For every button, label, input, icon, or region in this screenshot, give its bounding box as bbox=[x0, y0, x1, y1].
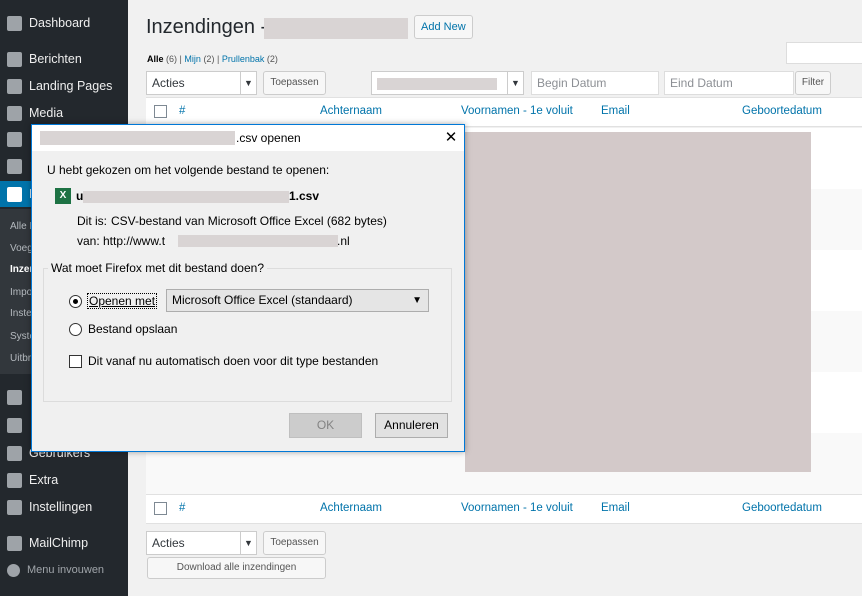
chevron-down-icon: ▼ bbox=[507, 72, 523, 94]
collapse-label: Menu invouwen bbox=[27, 564, 105, 576]
begin-date-input[interactable]: Begin Datum bbox=[531, 71, 659, 95]
end-date-input[interactable]: Eind Datum bbox=[664, 71, 794, 95]
media-icon bbox=[7, 105, 22, 121]
auto-action-checkbox[interactable] bbox=[69, 355, 82, 368]
settings-icon bbox=[7, 499, 22, 515]
open-with-label[interactable]: Openen met bbox=[86, 293, 158, 309]
menu-label: Dashboard bbox=[29, 16, 91, 30]
ok-button[interactable]: OK bbox=[289, 413, 362, 438]
dialog-intro: U hebt gekozen om het volgende bestand t… bbox=[47, 163, 330, 177]
column-id[interactable]: # bbox=[179, 502, 185, 514]
select-all-checkbox[interactable] bbox=[154, 105, 167, 118]
application-select[interactable]: Microsoft Office Excel (standaard) ▼ bbox=[166, 289, 429, 312]
status-filters: Alle (6) | Mijn (2) | Prullenbak (2) bbox=[147, 54, 278, 64]
file-type-label: Dit is: bbox=[77, 214, 107, 228]
plugins-icon bbox=[7, 417, 22, 433]
redacted-file-name bbox=[83, 191, 289, 203]
column-achternaam[interactable]: Achternaam bbox=[320, 502, 382, 514]
column-geboortedatum[interactable]: Geboortedatum bbox=[742, 105, 822, 117]
users-icon bbox=[7, 445, 22, 461]
file-source-prefix: http://www.t bbox=[103, 234, 166, 248]
excel-file-icon: X bbox=[55, 188, 71, 204]
collapse-icon bbox=[7, 563, 20, 577]
mailchimp-icon bbox=[7, 535, 22, 551]
menu-extra[interactable]: Extra bbox=[0, 467, 128, 493]
menu-berichten[interactable]: Berichten bbox=[0, 46, 128, 72]
chevron-down-icon: ▼ bbox=[412, 295, 422, 306]
chevron-down-icon: ▼ bbox=[240, 72, 256, 94]
download-all-button[interactable]: Download alle inzendingen bbox=[147, 557, 326, 579]
form-select[interactable]: ▼ bbox=[371, 71, 524, 95]
table-header: # Achternaam Voornamen - 1e voluit Email… bbox=[146, 97, 862, 127]
menu-label: MailChimp bbox=[29, 536, 89, 550]
pages-icon bbox=[7, 131, 22, 147]
action-question: Wat moet Firefox met dit bestand doen? bbox=[48, 261, 267, 275]
collapse-menu-button[interactable]: Menu invouwen bbox=[0, 557, 128, 583]
menu-label: Extra bbox=[29, 473, 59, 487]
select-all-checkbox[interactable] bbox=[154, 502, 167, 515]
menu-dashboard[interactable]: Dashboard bbox=[0, 10, 128, 36]
page-title: Inzendingen - bbox=[146, 16, 268, 38]
dashboard-icon bbox=[7, 15, 22, 31]
column-email[interactable]: Email bbox=[601, 502, 630, 514]
column-geboortedatum[interactable]: Geboortedatum bbox=[742, 502, 822, 514]
redacted-url bbox=[178, 235, 338, 247]
column-achternaam[interactable]: Achternaam bbox=[320, 105, 382, 117]
column-voornamen[interactable]: Voornamen - 1e voluit bbox=[461, 105, 573, 117]
apply-button-bottom[interactable]: Toepassen bbox=[263, 531, 326, 555]
column-voornamen[interactable]: Voornamen - 1e voluit bbox=[461, 502, 573, 514]
column-email[interactable]: Email bbox=[601, 105, 630, 117]
redacted-form-select-value bbox=[377, 77, 497, 90]
menu-landing-pages[interactable]: Landing Pages bbox=[0, 73, 128, 99]
menu-label: Landing Pages bbox=[29, 79, 113, 93]
redacted-form-name bbox=[264, 18, 408, 39]
open-file-dialog: .csv openen ✕ U hebt gekozen om het volg… bbox=[31, 124, 465, 452]
file-source-label: van: bbox=[77, 234, 100, 248]
save-file-label[interactable]: Bestand opslaan bbox=[88, 322, 177, 336]
column-id[interactable]: # bbox=[179, 105, 185, 117]
pin-icon bbox=[7, 51, 22, 67]
file-source-suffix: .nl bbox=[337, 234, 350, 248]
bulk-action-select-top[interactable]: Acties ▼ bbox=[146, 71, 257, 95]
appearance-icon bbox=[7, 389, 22, 405]
add-new-button[interactable]: Add New bbox=[414, 15, 473, 39]
file-name-suffix: 1.csv bbox=[289, 189, 320, 203]
menu-label: Media bbox=[29, 106, 64, 120]
apply-button-top[interactable]: Toepassen bbox=[263, 71, 326, 95]
close-icon[interactable]: ✕ bbox=[438, 126, 464, 150]
filter-button[interactable]: Filter bbox=[795, 71, 831, 95]
filter-mine[interactable]: Mijn (2) bbox=[184, 54, 214, 64]
redacted-table-data bbox=[465, 132, 811, 472]
open-with-radio[interactable] bbox=[69, 295, 82, 308]
page-icon bbox=[7, 78, 22, 94]
search-input[interactable] bbox=[786, 42, 862, 64]
menu-media[interactable]: Media bbox=[0, 100, 128, 126]
menu-mailchimp[interactable]: MailChimp bbox=[0, 530, 128, 556]
file-type-value: CSV-bestand van Microsoft Office Excel (… bbox=[111, 214, 387, 228]
cancel-button[interactable]: Annuleren bbox=[375, 413, 448, 438]
bulk-action-select-bottom[interactable]: Acties ▼ bbox=[146, 531, 257, 555]
table-footer: # Achternaam Voornamen - 1e voluit Email… bbox=[146, 494, 862, 524]
menu-label: Berichten bbox=[29, 52, 82, 66]
chevron-down-icon: ▼ bbox=[240, 532, 256, 554]
dialog-titlebar[interactable]: .csv openen ✕ bbox=[32, 125, 464, 151]
redacted-filename bbox=[40, 131, 235, 145]
dialog-title: .csv openen bbox=[236, 131, 301, 145]
auto-action-label[interactable]: Dit vanaf nu automatisch doen voor dit t… bbox=[88, 354, 378, 368]
forms-icon bbox=[7, 186, 22, 202]
filter-trash[interactable]: Prullenbak (2) bbox=[222, 54, 278, 64]
filter-all[interactable]: Alle (6) bbox=[147, 54, 177, 64]
comments-icon bbox=[7, 158, 22, 174]
menu-label: Instellingen bbox=[29, 500, 93, 514]
tools-icon bbox=[7, 472, 22, 488]
save-file-radio[interactable] bbox=[69, 323, 82, 336]
menu-settings[interactable]: Instellingen bbox=[0, 494, 128, 520]
